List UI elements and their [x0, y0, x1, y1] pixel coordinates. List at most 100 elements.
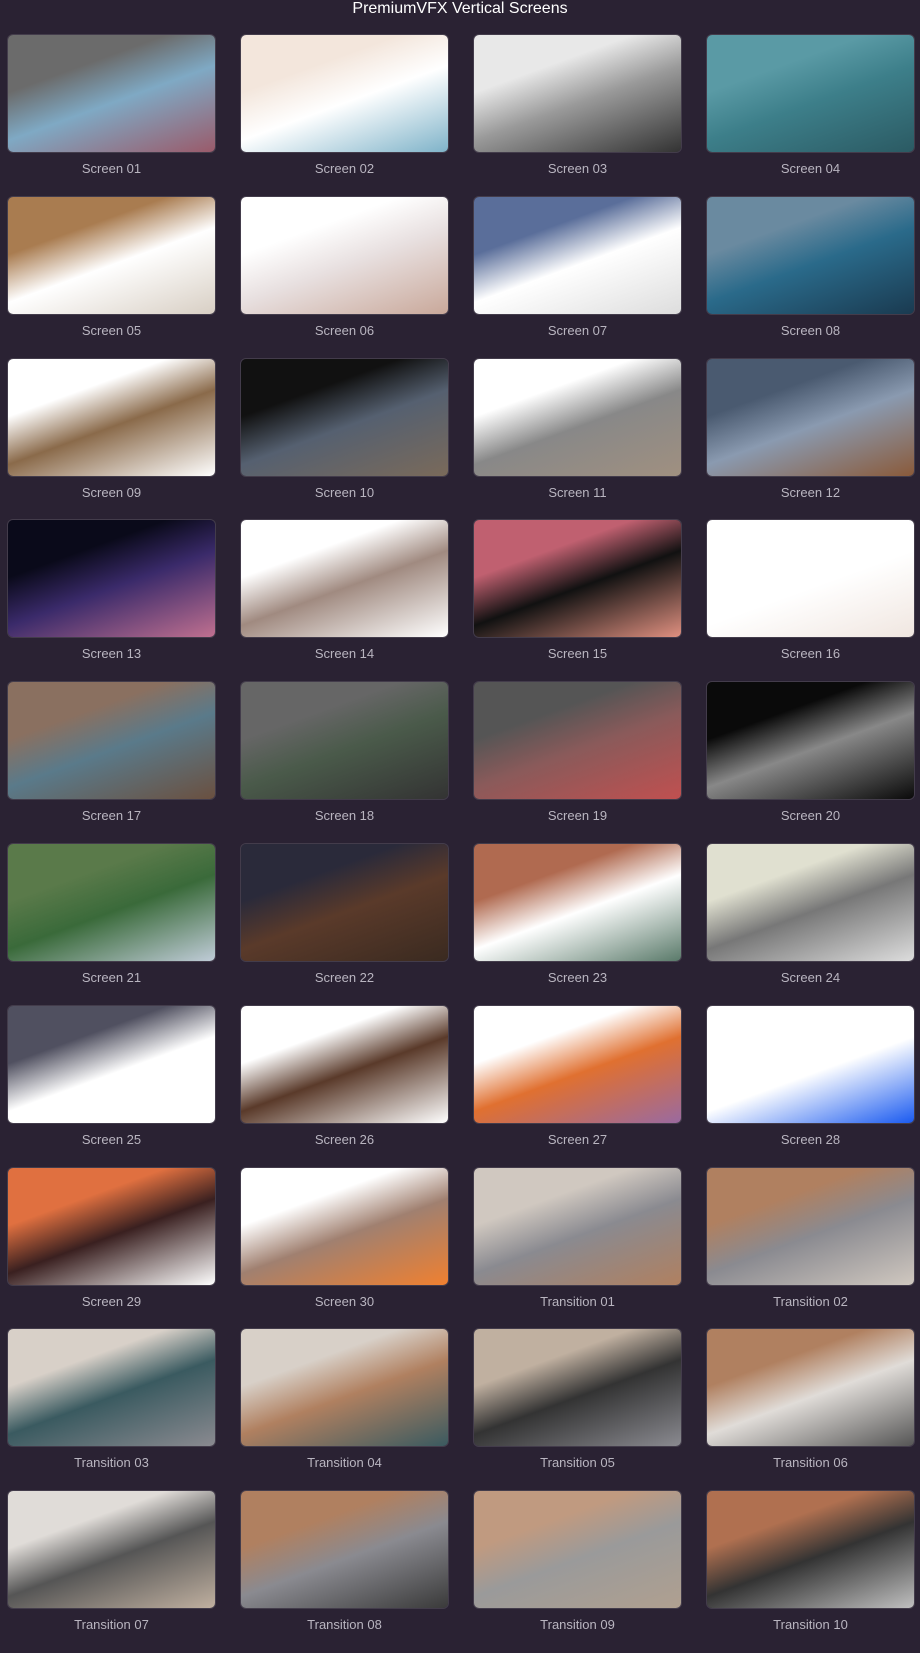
thumbnail-label: Screen 23 — [547, 969, 608, 985]
thumbnail-preview[interactable] — [8, 196, 215, 314]
thumbnail-label: Screen 12 — [780, 484, 841, 500]
thumbnail-label: Screen 26 — [314, 1131, 375, 1147]
thumbnail-item[interactable]: Screen 06 — [241, 196, 448, 359]
thumbnail-preview[interactable] — [707, 682, 914, 800]
thumbnail-item[interactable]: Screen 03 — [474, 35, 681, 197]
thumbnail-item[interactable]: Transition 10 — [707, 1491, 914, 1653]
thumbnail-item[interactable]: Screen 05 — [8, 196, 215, 359]
thumbnail-preview[interactable] — [707, 196, 914, 314]
thumbnail-preview[interactable] — [8, 843, 215, 961]
thumbnail-item[interactable]: Screen 25 — [8, 1005, 215, 1168]
thumbnail-label: Screen 07 — [547, 322, 608, 338]
thumbnail-item[interactable]: Screen 01 — [8, 35, 215, 197]
thumbnail-item[interactable]: Screen 12 — [707, 358, 914, 521]
thumbnail-item[interactable]: Transition 08 — [241, 1491, 448, 1653]
thumbnail-preview[interactable] — [707, 1329, 914, 1447]
thumbnail-item[interactable]: Transition 04 — [241, 1329, 448, 1491]
thumbnail-preview[interactable] — [474, 358, 681, 476]
thumbnail-preview[interactable] — [474, 682, 681, 800]
thumbnail-item[interactable]: Screen 04 — [707, 35, 914, 197]
thumbnail-item[interactable]: Screen 11 — [474, 358, 681, 521]
thumbnail-preview[interactable] — [8, 520, 215, 638]
thumbnail-item[interactable]: Screen 23 — [474, 843, 681, 1006]
thumbnail-item[interactable]: Transition 06 — [707, 1329, 914, 1491]
thumbnail-item[interactable]: Screen 08 — [707, 196, 914, 359]
thumbnail-label: Screen 30 — [314, 1293, 375, 1309]
thumbnail-preview[interactable] — [241, 843, 448, 961]
thumbnail-item[interactable]: Screen 14 — [241, 520, 448, 682]
thumbnail-label: Transition 03 — [74, 1455, 149, 1471]
thumbnail-preview[interactable] — [474, 1167, 681, 1285]
thumbnail-item[interactable]: Screen 02 — [241, 35, 448, 197]
thumbnail-item[interactable]: Transition 09 — [474, 1491, 681, 1653]
thumbnail-label: Screen 17 — [81, 808, 142, 824]
thumbnail-label: Screen 09 — [81, 484, 142, 500]
thumbnail-label: Screen 04 — [780, 161, 841, 176]
thumbnail-item[interactable]: Screen 09 — [8, 358, 215, 521]
thumbnail-preview[interactable] — [474, 843, 681, 961]
thumbnail-item[interactable]: Screen 17 — [8, 682, 215, 844]
thumbnail-label: Transition 07 — [74, 1617, 149, 1633]
thumbnail-item[interactable]: Screen 13 — [8, 520, 215, 682]
thumbnail-preview[interactable] — [8, 35, 215, 152]
thumbnail-item[interactable]: Screen 07 — [474, 196, 681, 359]
thumbnail-preview[interactable] — [8, 1005, 215, 1123]
thumbnail-preview[interactable] — [241, 682, 448, 800]
thumbnail-preview[interactable] — [8, 682, 215, 800]
thumbnail-label: Transition 04 — [307, 1455, 382, 1471]
thumbnail-item[interactable]: Screen 30 — [241, 1167, 448, 1330]
thumbnail-item[interactable]: Screen 21 — [8, 843, 215, 1006]
thumbnail-preview[interactable] — [474, 196, 681, 314]
thumbnail-preview[interactable] — [241, 1167, 448, 1285]
thumbnail-preview[interactable] — [8, 1167, 215, 1285]
thumbnail-preview[interactable] — [707, 1167, 914, 1285]
thumbnail-preview[interactable] — [241, 35, 448, 152]
thumbnail-item[interactable]: Transition 05 — [474, 1329, 681, 1491]
thumbnail-label: Screen 01 — [81, 161, 142, 176]
thumbnail-preview[interactable] — [241, 1491, 448, 1609]
thumbnail-item[interactable]: Screen 18 — [241, 682, 448, 844]
thumbnail-item[interactable]: Screen 24 — [707, 843, 914, 1006]
thumbnail-item[interactable]: Transition 07 — [8, 1491, 215, 1653]
thumbnail-label: Screen 13 — [81, 646, 142, 662]
thumbnail-item[interactable]: Screen 15 — [474, 520, 681, 682]
thumbnail-item[interactable]: Screen 22 — [241, 843, 448, 1006]
thumbnail-preview[interactable] — [707, 1005, 914, 1123]
thumbnail-preview[interactable] — [474, 1491, 681, 1609]
thumbnail-label: Screen 25 — [81, 1131, 142, 1147]
thumbnail-preview[interactable] — [707, 843, 914, 961]
thumbnail-item[interactable]: Screen 28 — [707, 1005, 914, 1168]
thumbnail-preview[interactable] — [474, 520, 681, 638]
thumbnail-label: Screen 06 — [314, 322, 375, 338]
thumbnail-label: Screen 27 — [547, 1131, 608, 1147]
thumbnail-preview[interactable] — [474, 1329, 681, 1447]
thumbnail-item[interactable]: Screen 16 — [707, 520, 914, 682]
thumbnail-item[interactable]: Transition 02 — [707, 1167, 914, 1330]
thumbnail-item[interactable]: Screen 29 — [8, 1167, 215, 1330]
thumbnail-item[interactable]: Screen 10 — [241, 358, 448, 521]
thumbnail-item[interactable]: Screen 20 — [707, 682, 914, 844]
thumbnail-preview[interactable] — [241, 520, 448, 638]
thumbnail-preview[interactable] — [8, 1491, 215, 1609]
thumbnail-item[interactable]: Transition 03 — [8, 1329, 215, 1491]
thumbnail-preview[interactable] — [707, 520, 914, 638]
thumbnail-preview[interactable] — [241, 1005, 448, 1123]
thumbnail-preview[interactable] — [707, 35, 914, 152]
thumbnail-preview[interactable] — [707, 358, 914, 476]
thumbnail-item[interactable]: Transition 01 — [474, 1167, 681, 1330]
thumbnail-preview[interactable] — [707, 1491, 914, 1609]
thumbnail-item[interactable]: Screen 27 — [474, 1005, 681, 1168]
thumbnail-label: Transition 02 — [773, 1293, 848, 1309]
thumbnail-label: Transition 06 — [773, 1455, 848, 1471]
thumbnail-preview[interactable] — [241, 358, 448, 476]
thumbnail-preview[interactable] — [8, 1329, 215, 1447]
thumbnail-preview[interactable] — [474, 1005, 681, 1123]
thumbnail-item[interactable]: Screen 19 — [474, 682, 681, 844]
thumbnail-preview[interactable] — [241, 196, 448, 314]
thumbnail-label: Screen 11 — [548, 484, 607, 500]
thumbnail-item[interactable]: Screen 26 — [241, 1005, 448, 1168]
thumbnail-label: Screen 24 — [780, 969, 841, 985]
thumbnail-preview[interactable] — [8, 358, 215, 476]
thumbnail-preview[interactable] — [241, 1329, 448, 1447]
thumbnail-preview[interactable] — [474, 35, 681, 152]
